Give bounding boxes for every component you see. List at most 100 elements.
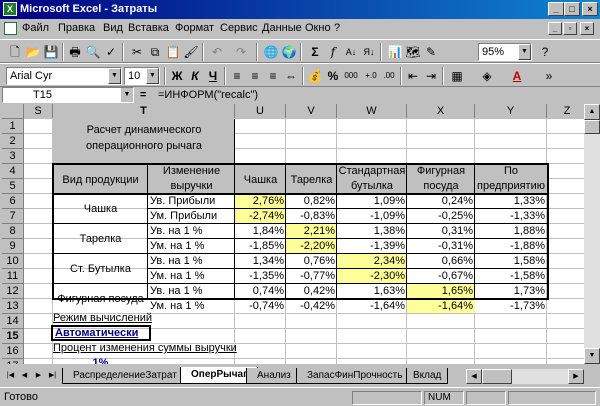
- percent-change-value[interactable]: 1%: [53, 355, 148, 364]
- cut-icon[interactable]: ✂: [128, 43, 146, 61]
- value-cell[interactable]: -1,33%: [475, 208, 547, 224]
- scroll-down-icon[interactable]: ▼: [584, 348, 600, 364]
- value-cell[interactable]: 0,76%: [286, 253, 337, 269]
- scroll-up-icon[interactable]: ▲: [584, 104, 600, 120]
- tab-zapas-fin-prochnost[interactable]: ЗапасФинПрочность: [296, 368, 414, 384]
- first-sheet-icon[interactable]: |◀: [4, 369, 17, 383]
- column-header-u[interactable]: U: [235, 104, 286, 119]
- value-cell[interactable]: -0,83%: [286, 208, 337, 224]
- doc-close-button[interactable]: ×: [580, 22, 594, 35]
- value-cell[interactable]: 0,31%: [407, 223, 475, 239]
- column-header-z[interactable]: Z: [547, 104, 588, 119]
- row-header[interactable]: 2: [2, 134, 24, 149]
- save-icon[interactable]: 💾: [42, 43, 60, 61]
- value-cell[interactable]: -1,88%: [475, 238, 547, 254]
- value-cell[interactable]: 1,38%: [337, 223, 407, 239]
- chart-wizard-icon[interactable]: 📊: [386, 43, 404, 61]
- value-cell[interactable]: 0,74%: [235, 283, 286, 299]
- chevron-down-icon[interactable]: ▼: [518, 44, 531, 60]
- chevron-down-icon[interactable]: ▼: [146, 68, 159, 84]
- value-cell[interactable]: -1,39%: [337, 238, 407, 254]
- toolbar-options-icon[interactable]: »: [540, 67, 558, 85]
- equals-button[interactable]: =: [140, 87, 146, 103]
- value-cell[interactable]: -1,09%: [337, 208, 407, 224]
- currency-icon[interactable]: 💰: [306, 67, 324, 85]
- doc-restore-button[interactable]: ▫: [563, 22, 577, 35]
- value-cell[interactable]: -0,31%: [407, 238, 475, 254]
- font-size-select[interactable]: 10 ▼: [124, 67, 160, 85]
- row-header[interactable]: 14: [2, 314, 24, 329]
- spelling-icon[interactable]: ✓: [102, 43, 120, 61]
- value-cell[interactable]: -0,67%: [407, 268, 475, 284]
- value-cell[interactable]: 0,24%: [407, 193, 475, 209]
- close-button[interactable]: ×: [582, 2, 598, 16]
- vertical-scrollbar[interactable]: ▲ ▼: [584, 104, 600, 364]
- menu-tools[interactable]: Сервис: [220, 22, 258, 34]
- sort-ascending-icon[interactable]: A↓: [342, 43, 360, 61]
- row-header[interactable]: 11: [2, 269, 24, 284]
- select-all-corner[interactable]: [2, 104, 24, 119]
- decrease-decimal-icon[interactable]: .00: [380, 67, 398, 85]
- row-header[interactable]: 7: [2, 209, 24, 224]
- function-icon[interactable]: f: [324, 43, 342, 61]
- sort-descending-icon[interactable]: Я↓: [360, 43, 378, 61]
- column-header-y[interactable]: Y: [475, 104, 547, 119]
- value-cell[interactable]: 1,84%: [235, 223, 286, 239]
- value-cell[interactable]: -0,77%: [286, 268, 337, 284]
- worksheet-grid[interactable]: S T U V W X Y Z 123456789101112131415161…: [2, 104, 588, 364]
- web-toolbar-icon[interactable]: 🌍: [280, 43, 298, 61]
- underline-button[interactable]: Ч: [204, 67, 222, 85]
- menu-format[interactable]: Формат: [175, 22, 214, 34]
- value-cell[interactable]: 1,58%: [475, 253, 547, 269]
- row-header[interactable]: 9: [2, 239, 24, 254]
- row-header[interactable]: 10: [2, 254, 24, 269]
- menu-insert[interactable]: Вставка: [128, 22, 169, 34]
- value-cell[interactable]: 2,21%: [286, 223, 337, 239]
- value-cell[interactable]: -1,73%: [475, 298, 547, 314]
- new-icon[interactable]: 🗋: [6, 43, 24, 61]
- value-cell[interactable]: 1,33%: [475, 193, 547, 209]
- decrease-indent-icon[interactable]: ⇤: [404, 67, 422, 85]
- scroll-left-icon[interactable]: ◀: [466, 369, 482, 384]
- column-header-w[interactable]: W: [337, 104, 407, 119]
- column-header-t[interactable]: T: [53, 104, 235, 119]
- format-painter-icon[interactable]: 🖌: [182, 43, 200, 61]
- value-cell[interactable]: 0,42%: [286, 283, 337, 299]
- value-cell[interactable]: -1,64%: [407, 298, 475, 314]
- row-header[interactable]: 12: [2, 284, 24, 299]
- last-sheet-icon[interactable]: ▶|: [46, 369, 59, 383]
- map-icon[interactable]: 🗺: [404, 43, 422, 61]
- scroll-thumb[interactable]: [584, 120, 600, 134]
- menu-help[interactable]: ?: [334, 22, 340, 34]
- menu-view[interactable]: Вид: [103, 22, 123, 34]
- value-cell[interactable]: 1,63%: [337, 283, 407, 299]
- tab-raspredelenie[interactable]: РаспределениеЗатрат: [62, 368, 188, 384]
- value-cell[interactable]: -1,85%: [235, 238, 286, 254]
- font-select[interactable]: Arial Cyr ▼: [6, 67, 122, 85]
- paste-icon[interactable]: 📋: [164, 43, 182, 61]
- row-header[interactable]: 8: [2, 224, 24, 239]
- column-header-v[interactable]: V: [286, 104, 337, 119]
- menu-edit[interactable]: Правка: [58, 22, 95, 34]
- tab-vklad[interactable]: Вклад: [406, 368, 449, 384]
- font-color-icon[interactable]: A: [508, 67, 526, 85]
- prev-sheet-icon[interactable]: ◀: [18, 369, 31, 383]
- drawing-icon[interactable]: ✎: [422, 43, 440, 61]
- column-header-s[interactable]: S: [24, 104, 53, 119]
- value-cell[interactable]: -2,74%: [235, 208, 286, 224]
- copy-icon[interactable]: ⧉: [146, 43, 164, 61]
- row-header[interactable]: 1: [2, 119, 24, 134]
- align-right-icon[interactable]: ≡: [264, 67, 282, 85]
- row-header[interactable]: 6: [2, 194, 24, 209]
- h-scroll-thumb[interactable]: [482, 369, 512, 384]
- name-box[interactable]: T15 ▼: [2, 87, 134, 103]
- zoom-select[interactable]: 95% ▼: [478, 43, 532, 61]
- document-icon[interactable]: [4, 22, 17, 35]
- value-cell[interactable]: -2,30%: [337, 268, 407, 284]
- value-cell[interactable]: 1,65%: [407, 283, 475, 299]
- open-icon[interactable]: 📂: [24, 43, 42, 61]
- value-cell[interactable]: 0,66%: [407, 253, 475, 269]
- chevron-down-icon[interactable]: ▼: [108, 68, 121, 84]
- italic-button[interactable]: К: [186, 67, 204, 85]
- column-header-x[interactable]: X: [407, 104, 475, 119]
